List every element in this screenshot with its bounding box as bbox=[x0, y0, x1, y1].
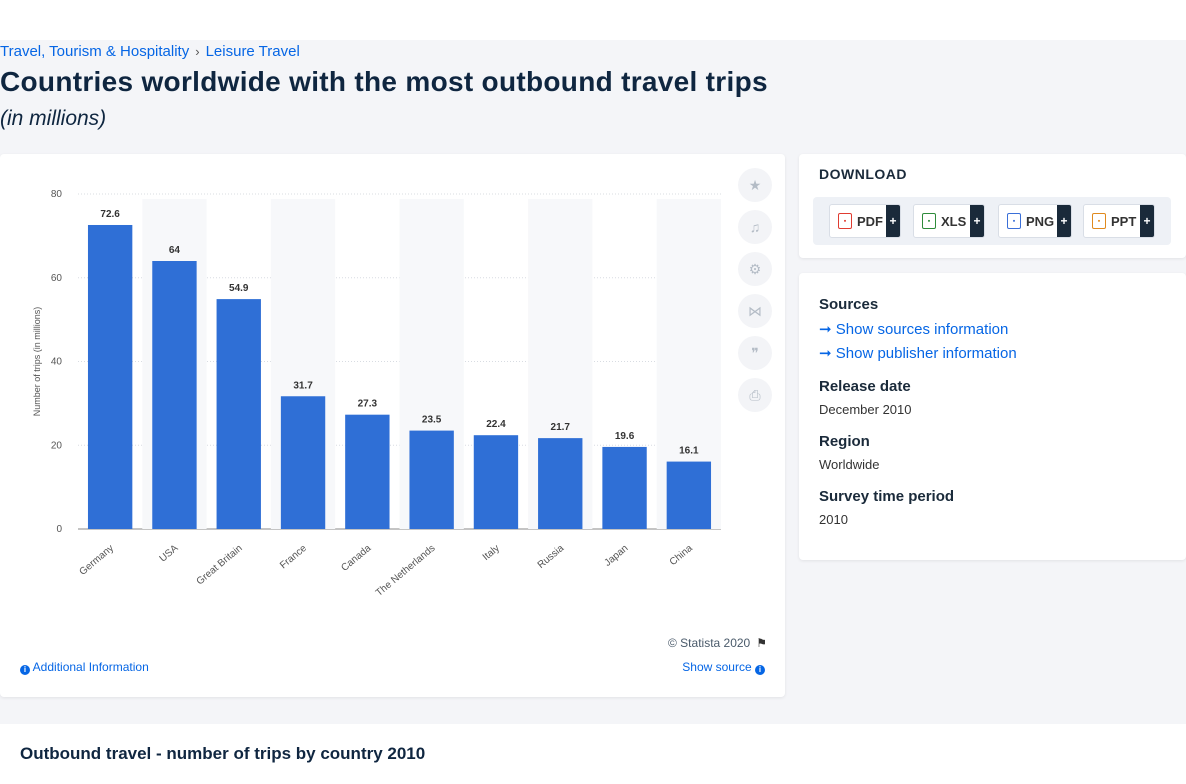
show-publisher-link[interactable]: ➞ Show publisher information bbox=[819, 344, 1017, 362]
data-label: 54.9 bbox=[229, 283, 249, 294]
bar-italy bbox=[473, 435, 519, 529]
png-icon: ▪ bbox=[1007, 213, 1021, 229]
arrow-right-icon: ➞ bbox=[819, 321, 832, 338]
data-label: 31.7 bbox=[293, 380, 313, 391]
download-button-row: ▪ PDF + ▪ XLS + ▪ PNG + ▪ PPT + bbox=[813, 197, 1171, 245]
plus-icon: + bbox=[1057, 205, 1071, 237]
info-icon: i bbox=[755, 665, 765, 675]
x-tick-label: China bbox=[668, 543, 695, 569]
download-title: DOWNLOAD bbox=[819, 166, 907, 182]
related-title[interactable]: Outbound travel - number of trips by cou… bbox=[20, 744, 425, 764]
bell-icon[interactable]: ♫ bbox=[738, 210, 772, 244]
plus-icon: + bbox=[886, 205, 900, 237]
x-tick-label: The Netherlands bbox=[374, 543, 438, 599]
y-tick-label: 20 bbox=[51, 440, 63, 451]
additional-information-link[interactable]: i Additional Information bbox=[20, 660, 149, 675]
chevron-right-icon: › bbox=[195, 44, 200, 59]
xls-label: XLS bbox=[941, 213, 967, 229]
page-subtitle: (in millions) bbox=[0, 107, 107, 130]
bar-canada bbox=[345, 414, 390, 529]
sources-label: Sources bbox=[819, 296, 879, 313]
show-source-label: Show source bbox=[682, 660, 752, 674]
x-tick-label: Germany bbox=[78, 543, 117, 578]
xls-icon: ▪ bbox=[922, 213, 936, 229]
data-label: 72.6 bbox=[100, 209, 120, 220]
data-label: 27.3 bbox=[358, 399, 378, 410]
data-label: 16.1 bbox=[679, 446, 699, 457]
additional-information-label: Additional Information bbox=[32, 660, 149, 674]
x-tick-label: USA bbox=[158, 543, 181, 565]
ppt-label: PPT bbox=[1111, 213, 1137, 229]
png-label: PNG bbox=[1026, 213, 1055, 229]
region-label: Region bbox=[819, 433, 870, 450]
star-icon[interactable]: ★ bbox=[738, 168, 772, 202]
copyright-text: © Statista 2020 bbox=[668, 636, 751, 650]
x-tick-label: Japan bbox=[603, 543, 631, 569]
data-label: 64 bbox=[169, 245, 181, 256]
bar-russia bbox=[538, 438, 583, 529]
data-label: 22.4 bbox=[486, 419, 506, 430]
bar-great-britain bbox=[216, 299, 261, 529]
y-tick-label: 40 bbox=[51, 357, 63, 368]
data-label: 21.7 bbox=[551, 422, 571, 433]
x-tick-label: Canada bbox=[339, 543, 373, 574]
region-value: Worldwide bbox=[819, 457, 880, 472]
show-source-link[interactable]: Show source i bbox=[682, 660, 765, 675]
gear-icon[interactable]: ⚙ bbox=[738, 252, 772, 286]
bar-france bbox=[280, 396, 326, 529]
pdf-label: PDF bbox=[857, 213, 883, 229]
data-label: 19.6 bbox=[615, 431, 635, 442]
plus-icon: + bbox=[970, 205, 984, 237]
bar-the-netherlands bbox=[409, 430, 454, 529]
y-tick-label: 80 bbox=[51, 189, 63, 200]
arrow-right-icon: ➞ bbox=[819, 345, 832, 362]
x-tick-label: France bbox=[278, 543, 309, 572]
bar-usa bbox=[152, 261, 197, 529]
survey-period-label: Survey time period bbox=[819, 488, 955, 505]
download-ppt-button[interactable]: ▪ PPT + bbox=[1083, 204, 1155, 238]
quote-icon[interactable]: ❞ bbox=[738, 336, 772, 370]
data-label: 23.5 bbox=[422, 415, 442, 426]
ppt-icon: ▪ bbox=[1092, 213, 1106, 229]
chart-card: 0 20 40 60 80 72.6 Germany 64 USA 54.9 Great Brita… bbox=[0, 154, 785, 697]
bar-china bbox=[666, 461, 712, 529]
y-tick-label: 0 bbox=[56, 524, 62, 535]
release-date-label: Release date bbox=[819, 378, 911, 395]
page-title: Countries worldwide with the most outbou… bbox=[0, 66, 768, 97]
x-tick-label: Russia bbox=[536, 543, 567, 571]
show-sources-label: Show sources information bbox=[835, 321, 1009, 338]
release-date-value: December 2010 bbox=[819, 402, 912, 417]
download-pdf-button[interactable]: ▪ PDF + bbox=[829, 204, 901, 238]
breadcrumb-leisure-travel[interactable]: Leisure Travel bbox=[206, 43, 300, 60]
show-publisher-label: Show publisher information bbox=[835, 345, 1017, 362]
x-tick-label: Great Britain bbox=[195, 543, 245, 588]
flag-icon[interactable]: ⚑ bbox=[756, 636, 767, 650]
print-icon[interactable]: ⎙ bbox=[738, 378, 772, 412]
chart-toolbar: ★ ♫ ⚙ ⋈ ❞ ⎙ bbox=[738, 168, 772, 420]
breadcrumb-travel[interactable]: Travel, Tourism & Hospitality bbox=[0, 43, 189, 60]
top-bar bbox=[0, 0, 1186, 40]
plus-icon: + bbox=[1140, 205, 1154, 237]
y-tick-label: 60 bbox=[51, 273, 63, 284]
download-card: DOWNLOAD ▪ PDF + ▪ XLS + ▪ PNG + ▪ PPT + bbox=[799, 154, 1186, 258]
bar-chart: 0 20 40 60 80 72.6 Germany 64 USA 54.9 Great Brita… bbox=[32, 189, 721, 599]
bar-germany bbox=[87, 224, 133, 530]
survey-period-value: 2010 bbox=[819, 512, 848, 527]
download-png-button[interactable]: ▪ PNG + bbox=[998, 204, 1072, 238]
bar-japan bbox=[602, 446, 647, 529]
breadcrumb: Travel, Tourism & Hospitality › Leisure Tr… bbox=[0, 43, 300, 60]
pdf-icon: ▪ bbox=[838, 213, 852, 229]
y-axis-label: Number of trips (in millions) bbox=[32, 307, 42, 417]
related-card: Outbound travel - number of trips by cou… bbox=[0, 724, 1186, 784]
copyright-notice: © Statista 2020 ⚑ bbox=[668, 636, 767, 650]
info-card: Sources ➞ Show sources information ➞ Sho… bbox=[799, 273, 1186, 560]
x-tick-label: Italy bbox=[481, 543, 502, 563]
info-icon: i bbox=[20, 665, 30, 675]
download-xls-button[interactable]: ▪ XLS + bbox=[913, 204, 985, 238]
share-icon[interactable]: ⋈ bbox=[738, 294, 772, 328]
show-sources-link[interactable]: ➞ Show sources information bbox=[819, 320, 1008, 338]
